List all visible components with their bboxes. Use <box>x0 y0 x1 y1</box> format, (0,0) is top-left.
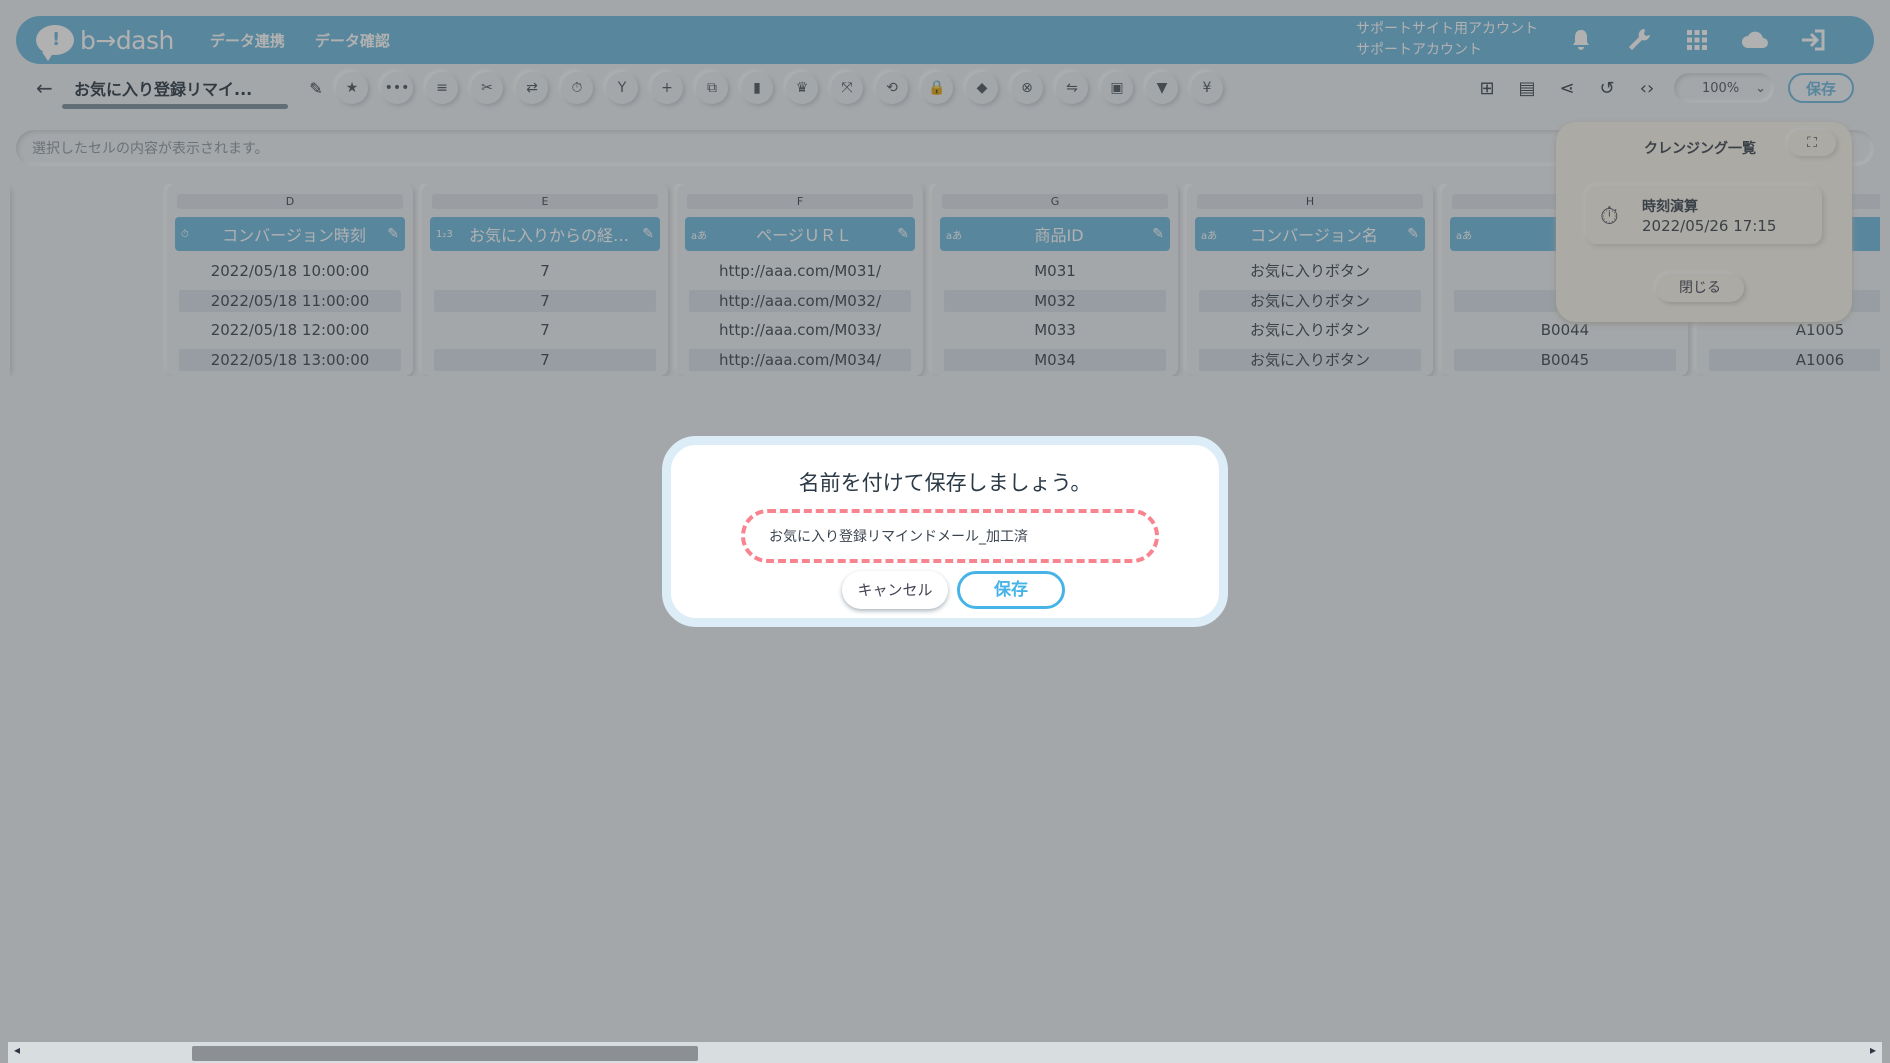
dialog-save-button[interactable]: 保存 <box>957 571 1065 609</box>
horizontal-scrollbar[interactable]: ◂ ▸ <box>8 1042 1882 1063</box>
name-input[interactable]: お気に入り登録リマインドメール_加工済 <box>741 509 1159 563</box>
scroll-right-icon[interactable]: ▸ <box>1870 1043 1876 1057</box>
scroll-left-icon[interactable]: ◂ <box>14 1043 20 1057</box>
scrollbar-thumb[interactable] <box>192 1046 698 1061</box>
cancel-button[interactable]: キャンセル <box>842 571 948 609</box>
dialog-title: 名前を付けて保存しましょう。 <box>798 471 1092 495</box>
save-name-dialog: 名前を付けて保存しましょう。 お気に入り登録リマインドメール_加工済 キャンセル… <box>662 436 1228 627</box>
